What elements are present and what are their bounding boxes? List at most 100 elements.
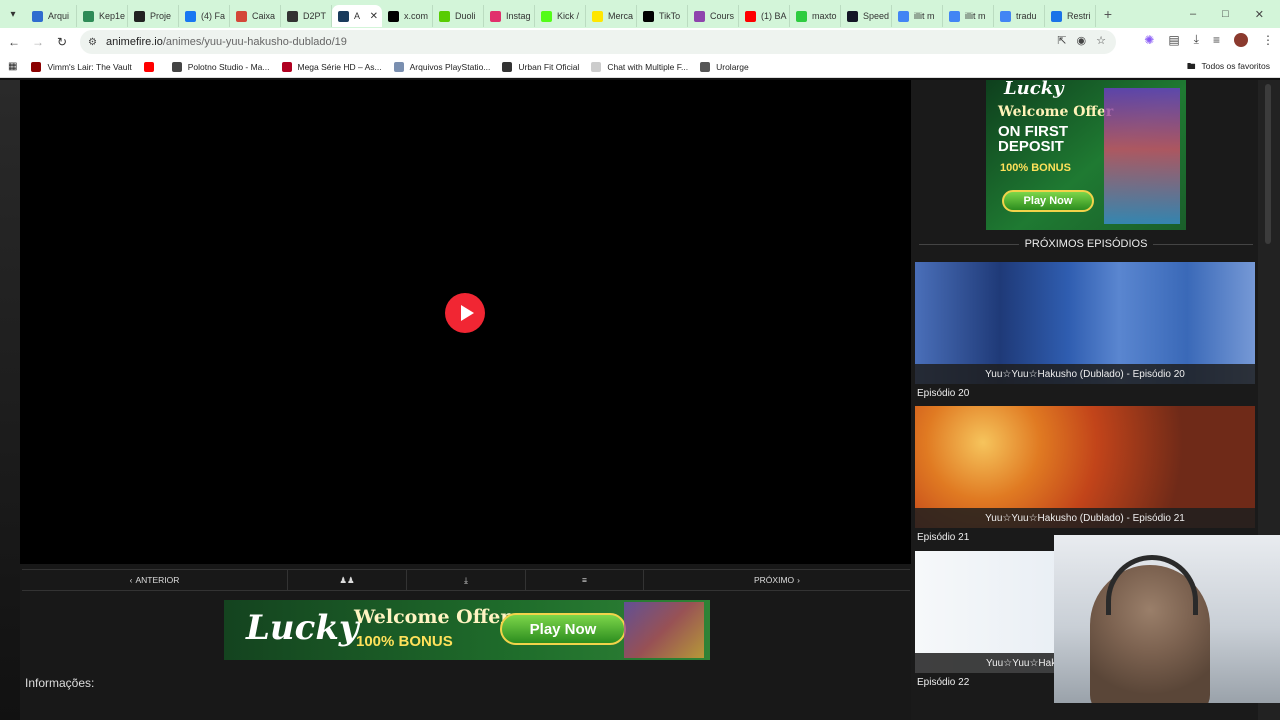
download-icon[interactable]: ⤓ xyxy=(1194,32,1199,47)
browser-tab[interactable]: (1) BA xyxy=(739,5,790,27)
reload-button[interactable]: ↻ xyxy=(50,30,74,54)
browser-tab[interactable]: Merca xyxy=(586,5,637,27)
side-ad-play-button[interactable]: Play Now xyxy=(1002,190,1094,212)
previous-episode-button[interactable]: ‹ ANTERIOR xyxy=(22,570,288,590)
tab-search-button[interactable]: ▾ xyxy=(0,0,26,28)
bookmark-item[interactable]: Polotno Studio - Ma... xyxy=(171,61,270,72)
bookmark-item[interactable]: Vimm's Lair: The Vault xyxy=(31,61,132,72)
browser-tab[interactable]: TikTo xyxy=(637,5,688,27)
browser-tab[interactable]: Restri xyxy=(1045,5,1096,27)
browser-tab[interactable]: A ✕ xyxy=(332,5,382,27)
tab-title: Speed xyxy=(863,11,890,21)
apps-icon[interactable]: ▦ xyxy=(8,61,17,72)
all-bookmarks-button[interactable]: 🖿 Todos os favoritos xyxy=(1187,61,1270,75)
close-tab-icon[interactable]: ✕ xyxy=(370,11,378,22)
tab-favicon-icon xyxy=(694,10,705,22)
new-tab-button[interactable]: + xyxy=(1096,6,1120,22)
bookmark-label: Urban Fit Oficial xyxy=(518,61,580,72)
info-heading: Informações: xyxy=(25,676,95,690)
ad-banner[interactable]: Lucky Welcome Offer 100% BONUS Play Now xyxy=(224,600,710,660)
ad-play-now-button[interactable]: Play Now xyxy=(500,613,626,645)
browser-tab[interactable]: Duoli xyxy=(433,5,484,27)
browser-tab[interactable]: illit m xyxy=(943,5,994,27)
ad-brand: Lucky xyxy=(246,608,359,648)
install-app-icon[interactable]: ⇱ xyxy=(1057,34,1066,47)
browser-tab[interactable]: Speed xyxy=(841,5,892,27)
bookmark-item[interactable] xyxy=(143,61,160,72)
tab-title: (4) Fa xyxy=(201,11,226,21)
browser-tab[interactable]: x.com xyxy=(382,5,433,27)
next-label: PRÓXIMO xyxy=(754,575,795,585)
tab-strip: ▾ Arqui Kep1e Proje (4) Fa Caixa D2PT A ✕ x.com D… xyxy=(0,0,1280,28)
back-button[interactable]: ← xyxy=(2,30,26,54)
tab-title: Instag xyxy=(506,11,531,21)
browser-tab[interactable]: Instag xyxy=(484,5,535,27)
browser-tab[interactable]: Arqui xyxy=(26,5,77,27)
browser-tab[interactable]: Proje xyxy=(128,5,179,27)
browser-tab[interactable]: D2PT xyxy=(281,5,332,27)
tab-favicon-icon xyxy=(185,10,196,22)
tab-favicon-icon xyxy=(490,10,501,22)
site-info-icon[interactable]: ⚙ xyxy=(88,37,102,48)
next-episode-button[interactable]: PRÓXIMO › xyxy=(644,570,910,590)
episode-caption: Yuu☆Yuu☆Hakusho (Dublado) - Episódio 20 xyxy=(915,364,1255,384)
tab-title: Proje xyxy=(150,11,172,21)
bookmark-item[interactable]: Arquivos PlayStatio... xyxy=(393,61,491,72)
episode-card-21[interactable]: Yuu☆Yuu☆Hakusho (Dublado) - Episódio 21 … xyxy=(915,406,1255,543)
reading-list-icon[interactable]: ≡ xyxy=(1213,33,1220,47)
tab-favicon-icon xyxy=(949,10,960,22)
video-player[interactable] xyxy=(20,80,911,564)
minimize-icon[interactable]: – xyxy=(1190,8,1196,20)
ad-offer: Welcome Offer xyxy=(354,606,511,628)
episode-thumbnail: Yuu☆Yuu☆Hakusho (Dublado) - Episódio 20 xyxy=(915,262,1255,384)
bookmark-item[interactable]: Urolarge xyxy=(700,61,749,72)
bookmark-favicon-icon xyxy=(591,61,602,72)
address-bar[interactable]: ⚙ animefire.io/animes/yuu-yuu-hakusho-du… xyxy=(80,30,1116,54)
side-ad-artwork xyxy=(1104,88,1180,224)
scrollbar-thumb[interactable] xyxy=(1265,84,1271,244)
browser-tab[interactable]: Kep1e xyxy=(77,5,128,27)
tab-title: Restri xyxy=(1067,11,1091,21)
watch-together-button[interactable]: ♟♟ xyxy=(288,570,407,590)
browser-tab[interactable]: Caixa xyxy=(230,5,281,27)
download-episode-button[interactable]: ⤓ xyxy=(407,570,526,590)
bookmark-favicon-icon xyxy=(143,61,154,72)
bookmark-label: Arquivos PlayStatio... xyxy=(409,61,491,72)
side-ad[interactable]: Lucky Welcome Offer ON FIRST DEPOSIT 100… xyxy=(986,80,1186,230)
tab-favicon-icon xyxy=(592,10,603,22)
tracking-icon[interactable]: ◉ xyxy=(1077,34,1087,47)
tab-title: A xyxy=(354,11,361,21)
tab-title: Arqui xyxy=(48,11,70,21)
all-bookmarks-label: Todos os favoritos xyxy=(1201,61,1270,71)
bookmark-star-icon[interactable]: ☆ xyxy=(1096,34,1106,47)
bookmark-item[interactable]: Urban Fit Oficial xyxy=(502,61,580,72)
chevron-left-icon: ‹ xyxy=(129,575,133,585)
browser-tab[interactable]: maxto xyxy=(790,5,841,27)
bookmark-label: Mega Série HD – As... xyxy=(297,61,382,72)
bookmark-item[interactable]: Chat with Multiple F... xyxy=(591,61,688,72)
extension-icon[interactable]: ✺ xyxy=(1144,33,1154,47)
play-button[interactable] xyxy=(445,293,485,333)
bookmark-item[interactable]: Mega Série HD – As... xyxy=(281,61,382,72)
close-window-icon[interactable]: ✕ xyxy=(1255,8,1264,21)
tab-favicon-icon xyxy=(1051,10,1062,22)
maximize-icon[interactable]: □ xyxy=(1222,8,1229,20)
browser-tab[interactable]: tradu xyxy=(994,5,1045,27)
profile-avatar[interactable] xyxy=(1234,32,1248,47)
episode-card-20[interactable]: Yuu☆Yuu☆Hakusho (Dublado) - Episódio 20 … xyxy=(915,262,1255,399)
tab-title: Cours xyxy=(710,11,735,21)
browser-tab[interactable]: illit m xyxy=(892,5,943,27)
browser-tab[interactable]: (4) Fa xyxy=(179,5,230,27)
browser-tab[interactable]: Kick / xyxy=(535,5,586,27)
bookmark-label: Urolarge xyxy=(716,61,749,72)
forward-button[interactable]: → xyxy=(26,30,50,54)
bookmark-favicon-icon xyxy=(700,61,711,72)
episode-list-button[interactable]: ≡ xyxy=(526,570,644,590)
side-ad-bonus: 100% BONUS xyxy=(1000,162,1071,174)
bookmarks-bar: ▦ Vimm's Lair: The Vault Polotno Studio -… xyxy=(0,56,1280,78)
menu-icon[interactable]: ⋮ xyxy=(1262,33,1274,47)
ad-bonus: 100% BONUS xyxy=(356,633,453,650)
extensions-puzzle-icon[interactable]: ▤ xyxy=(1168,33,1179,47)
episode-nav: ‹ ANTERIOR ♟♟ ⤓ ≡ PRÓXIMO › xyxy=(22,569,910,591)
browser-tab[interactable]: Cours xyxy=(688,5,739,27)
